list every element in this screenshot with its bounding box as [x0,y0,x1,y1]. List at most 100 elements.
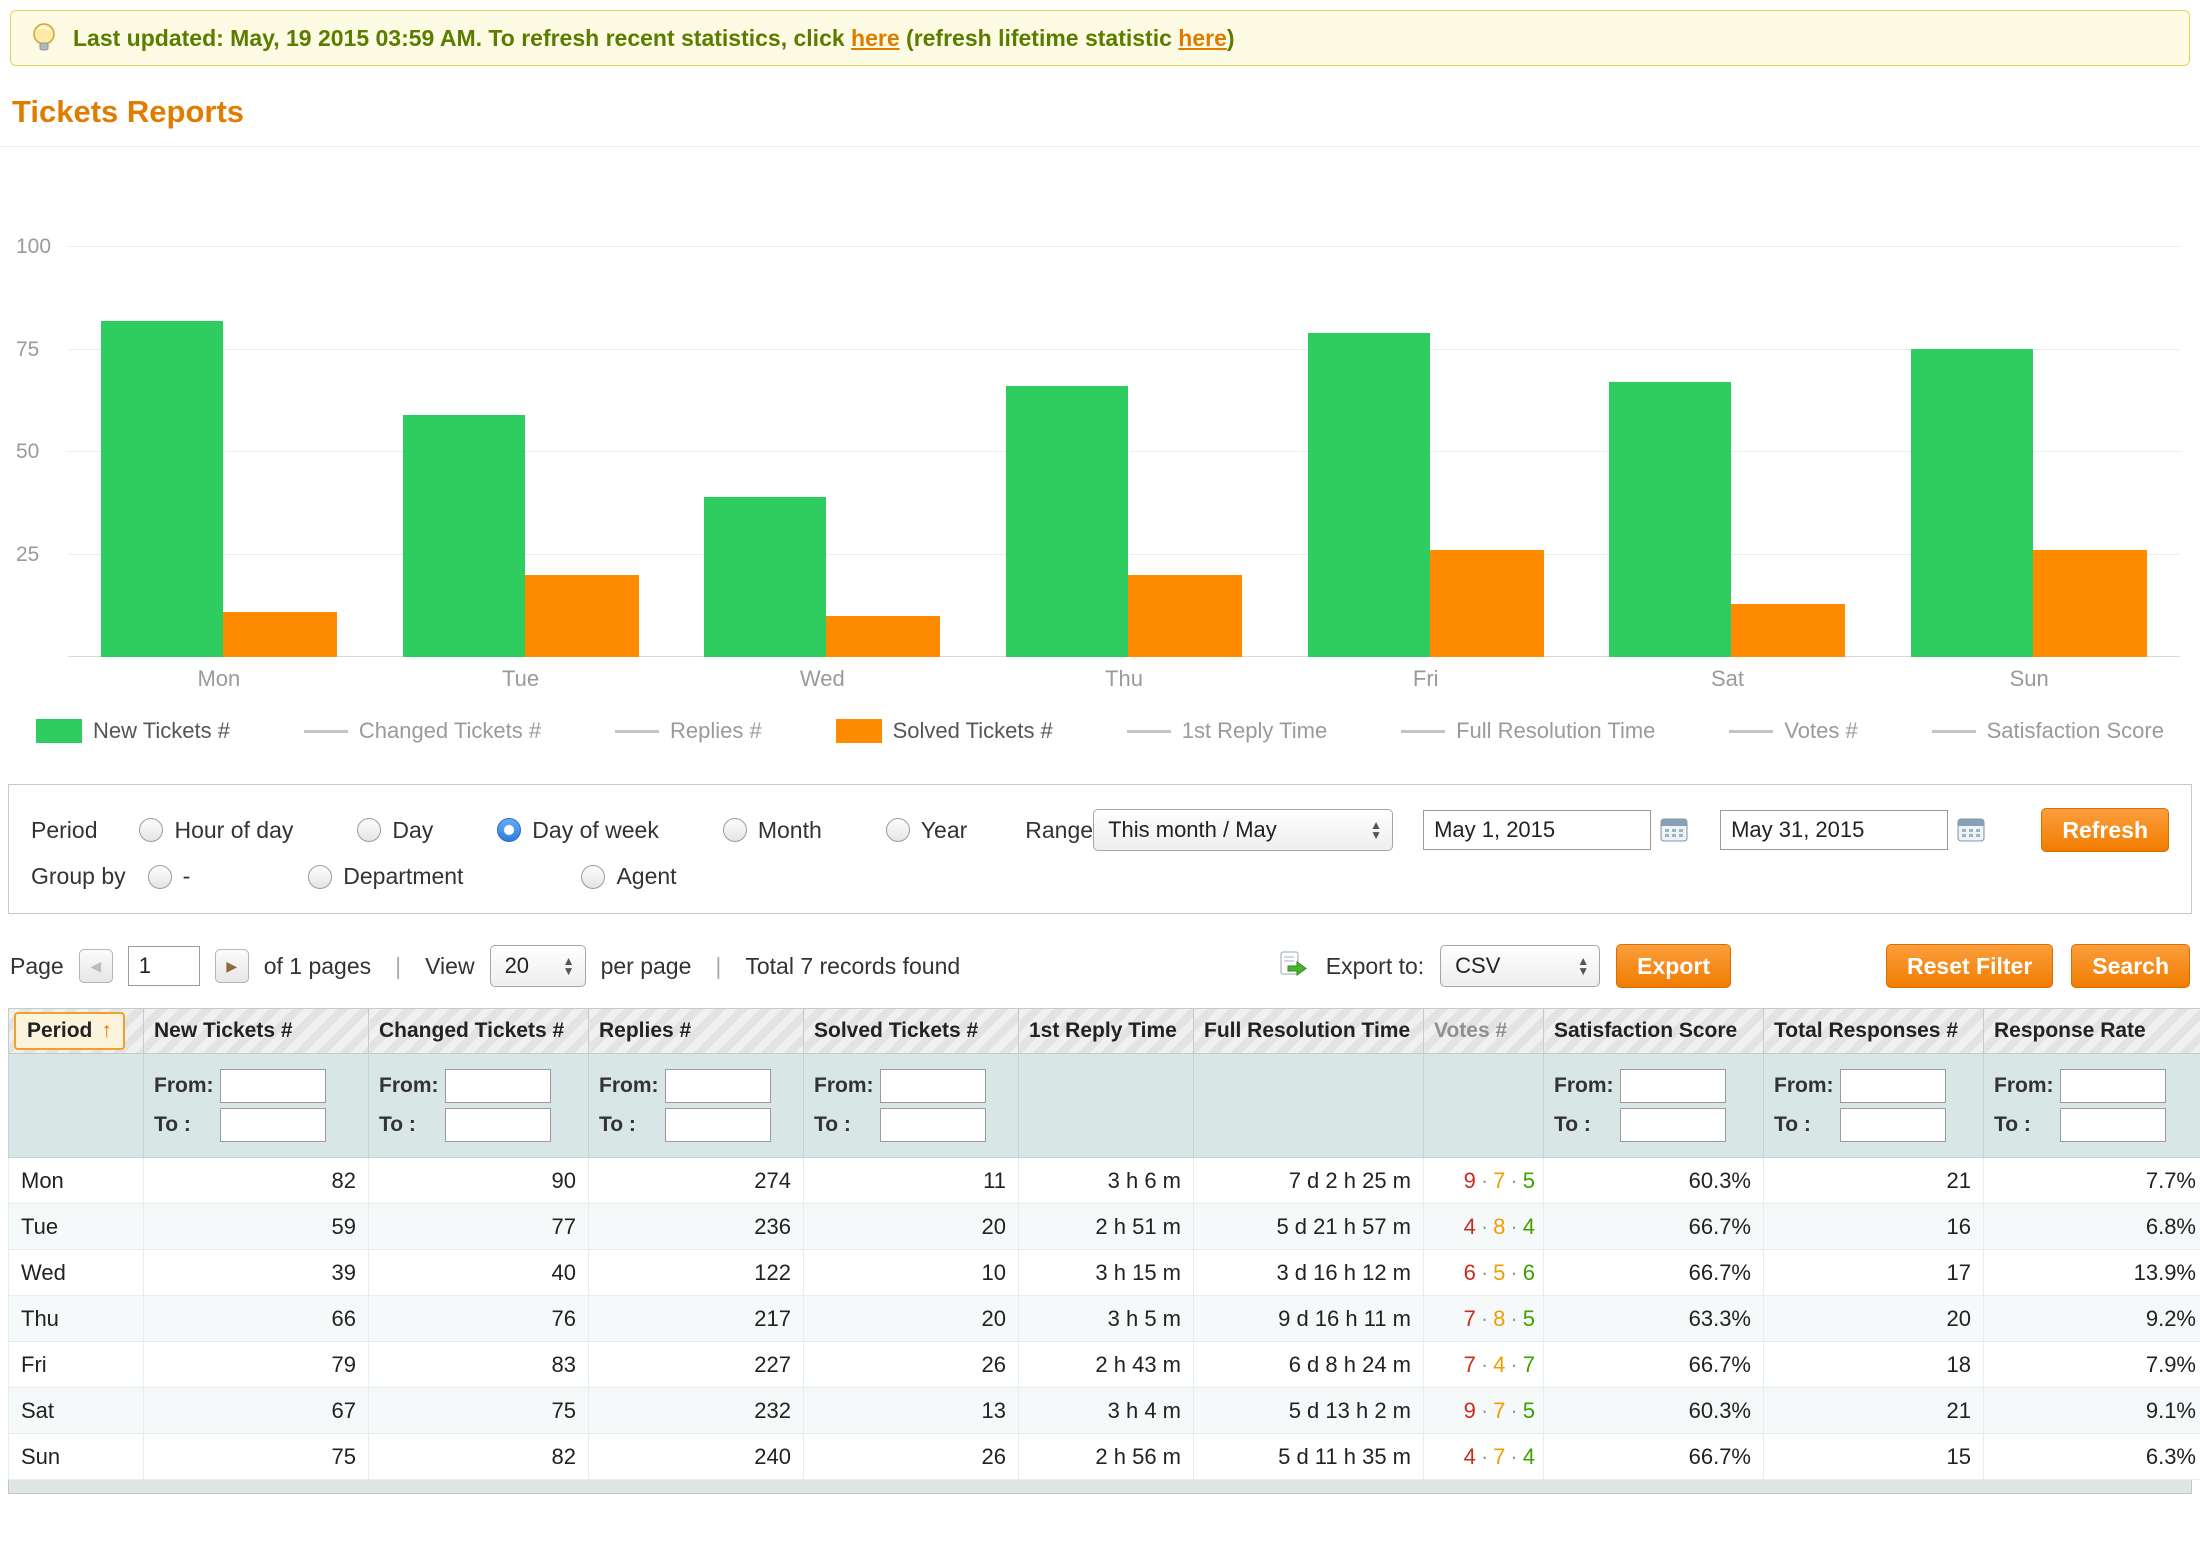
filter-to-input-response-rate[interactable] [2060,1108,2166,1142]
cell-replies: 217 [589,1296,804,1342]
partial-next-row [8,1480,2192,1494]
filter-to-input-new-tickets[interactable] [220,1108,326,1142]
column-header-new-tickets[interactable]: New Tickets # [144,1009,369,1054]
cell-response-rate: 6.3% [1984,1434,2200,1480]
date-from-input[interactable] [1423,810,1651,850]
column-header-period[interactable]: Period↑ [9,1009,144,1054]
filter-from-input-solved-tickets[interactable] [880,1069,986,1103]
filter-to-input-replies[interactable] [665,1108,771,1142]
radio-day[interactable]: Day [357,817,433,844]
filter-from-row: From: [379,1069,578,1103]
filter-from-row: From: [814,1069,1008,1103]
notification-suffix: ) [1227,25,1235,51]
filter-to-input-changed-tickets[interactable] [445,1108,551,1142]
radio-none[interactable]: - [148,863,191,890]
legend-item-new-tickets[interactable]: New Tickets # [36,718,230,744]
bar-group-wed [671,497,973,657]
export-format-select[interactable]: CSV ▲▼ [1440,945,1600,987]
legend-label: 1st Reply Time [1182,718,1328,744]
legend-item-satisfaction-score[interactable]: Satisfaction Score [1932,718,2164,744]
radio-year[interactable]: Year [886,817,967,844]
filter-from-input-total-responses[interactable] [1840,1069,1946,1103]
radio-hour-of-day[interactable]: Hour of day [139,817,293,844]
bar-solved-tickets-mon [223,612,337,657]
cell-full-resolution-time: 5 d 11 h 35 m [1194,1434,1424,1480]
filter-cell-solved-tickets: From:To : [804,1054,1019,1158]
radio-day-of-week[interactable]: Day of week [497,817,659,844]
vote-value: 8 [1493,1306,1505,1331]
column-header-total-responses[interactable]: Total Responses # [1764,1009,1984,1054]
legend-line-icon [1729,730,1773,733]
cell-new-tickets: 79 [144,1342,369,1388]
filter-to-input-total-responses[interactable] [1840,1108,1946,1142]
export-icon[interactable] [1278,951,1310,981]
radio-month[interactable]: Month [723,817,822,844]
calendar-to-icon[interactable] [1957,817,1985,843]
column-header-votes[interactable]: Votes # [1424,1009,1544,1054]
legend-item-votes[interactable]: Votes # [1729,718,1857,744]
cell-period: Wed [9,1250,144,1296]
column-header-response-rate[interactable]: Response Rate [1984,1009,2200,1054]
column-header-1st-reply-time[interactable]: 1st Reply Time [1019,1009,1194,1054]
column-header-replies[interactable]: Replies # [589,1009,804,1054]
radio-button-icon [886,818,910,842]
view-label: View [425,953,474,980]
legend-item-full-resolution-time[interactable]: Full Resolution Time [1401,718,1655,744]
refresh-recent-link[interactable]: here [851,25,900,51]
filter-from-input-changed-tickets[interactable] [445,1069,551,1103]
legend-item-solved-tickets[interactable]: Solved Tickets # [836,718,1053,744]
legend-item-changed-tickets[interactable]: Changed Tickets # [304,718,541,744]
range-select[interactable]: This month / May ▲▼ [1093,809,1393,851]
reset-filter-button[interactable]: Reset Filter [1886,944,2053,988]
radio-label: Year [921,817,967,844]
toolbar-divider: | [715,953,721,980]
notification-prefix: Last updated: May, 19 2015 03:59 AM. To … [73,25,851,51]
filter-label: To : [1774,1113,1840,1137]
export-button[interactable]: Export [1616,944,1731,988]
radio-agent[interactable]: Agent [581,863,676,890]
page-number-input[interactable] [128,946,200,986]
refresh-lifetime-link[interactable]: here [1178,25,1227,51]
radio-button-icon [357,818,381,842]
date-to-input[interactable] [1720,810,1948,850]
cell-replies: 274 [589,1158,804,1204]
filter-from-input-satisfaction-score[interactable] [1620,1069,1726,1103]
column-header-full-resolution-time[interactable]: Full Resolution Time [1194,1009,1424,1054]
cell-solved-tickets: 10 [804,1250,1019,1296]
filter-to-row: To : [154,1108,358,1142]
column-header-changed-tickets[interactable]: Changed Tickets # [369,1009,589,1054]
filter-to-input-satisfaction-score[interactable] [1620,1108,1726,1142]
radio-label: Month [758,817,822,844]
column-header-satisfaction-score[interactable]: Satisfaction Score [1544,1009,1764,1054]
search-button[interactable]: Search [2071,944,2190,988]
calendar-from-icon[interactable] [1660,817,1688,843]
vote-separator: · [1481,1398,1488,1423]
filter-label: From: [1774,1074,1840,1098]
date-to-group [1720,810,1985,850]
next-page-button[interactable]: ▶ [215,949,249,983]
filter-label: From: [599,1074,665,1098]
cell-votes: 7·4·7 [1424,1342,1544,1388]
filter-from-input-new-tickets[interactable] [220,1069,326,1103]
date-from-group [1423,810,1688,850]
x-axis-label: Wed [671,666,973,692]
filter-label: From: [1554,1074,1620,1098]
cell-votes: 4·7·4 [1424,1434,1544,1480]
radio-department[interactable]: Department [308,863,463,890]
per-page-select[interactable]: 20 ▲▼ [490,945,586,987]
filter-from-input-response-rate[interactable] [2060,1069,2166,1103]
vote-value: 4 [1493,1352,1505,1377]
cell-response-rate: 13.9% [1984,1250,2200,1296]
filter-from-input-replies[interactable] [665,1069,771,1103]
vote-separator: · [1510,1352,1517,1377]
column-header-solved-tickets[interactable]: Solved Tickets # [804,1009,1019,1054]
cell-changed-tickets: 77 [369,1204,589,1250]
cell-1st-reply-time: 2 h 43 m [1019,1342,1194,1388]
previous-page-button[interactable]: ◀ [79,949,113,983]
vote-value: 7 [1464,1352,1476,1377]
filter-to-input-solved-tickets[interactable] [880,1108,986,1142]
refresh-button[interactable]: Refresh [2041,808,2169,852]
filter-cell-period [9,1054,144,1158]
legend-item-replies[interactable]: Replies # [615,718,762,744]
legend-item-1st-reply-time[interactable]: 1st Reply Time [1127,718,1328,744]
